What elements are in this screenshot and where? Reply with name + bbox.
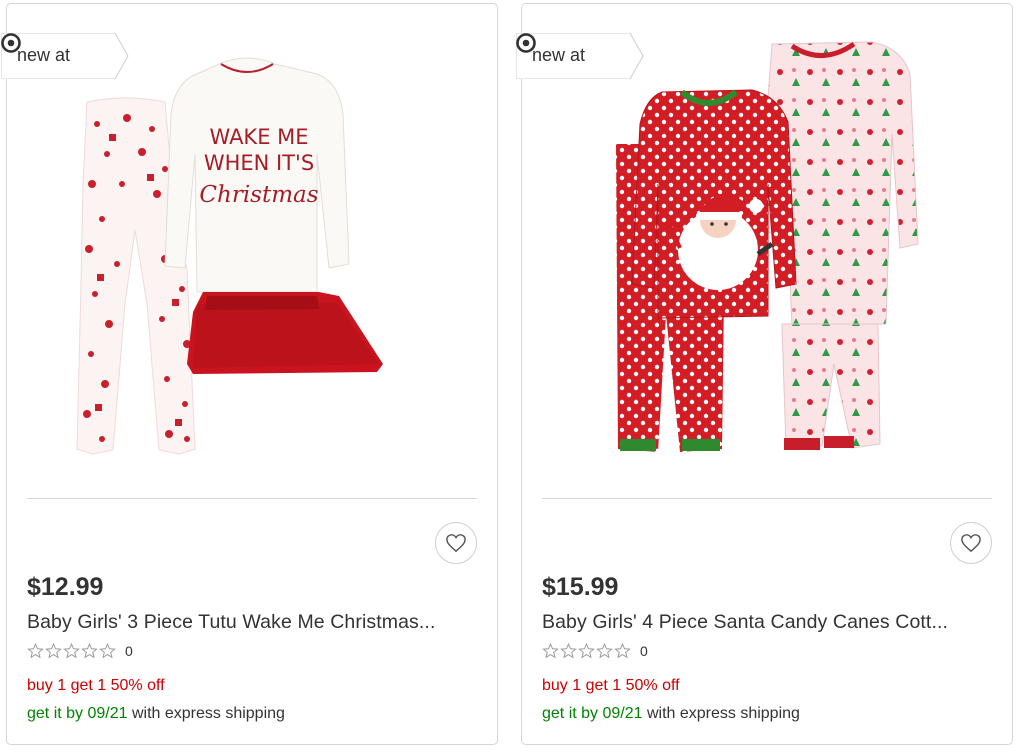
promo-text[interactable]: buy 1 get 1 50% off bbox=[27, 677, 165, 695]
shirt-print-line-1: WAKE ME bbox=[209, 125, 308, 149]
heart-icon bbox=[446, 534, 466, 553]
star-outline-icon bbox=[99, 643, 116, 659]
product-price: $15.99 bbox=[542, 573, 619, 601]
favorite-button[interactable] bbox=[435, 522, 477, 564]
product-rating[interactable]: 0 bbox=[27, 643, 133, 659]
star-outline-icon bbox=[542, 643, 559, 659]
star-outline-icon bbox=[27, 643, 44, 659]
star-outline-icon bbox=[63, 643, 80, 659]
product-price: $12.99 bbox=[27, 573, 104, 601]
product-title-link[interactable]: Baby Girls' 3 Piece Tutu Wake Me Christm… bbox=[27, 611, 435, 634]
product-grid: new at WAKE ME WHEN IT'S Christmas $12.9… bbox=[0, 0, 1024, 755]
card-divider bbox=[542, 498, 992, 499]
product-image[interactable]: WAKE ME WHEN IT'S Christmas bbox=[47, 34, 467, 474]
shirt-graphic: WAKE ME WHEN IT'S Christmas bbox=[164, 57, 350, 293]
new-at-target-badge: new at bbox=[516, 33, 644, 79]
shirt-print-line-3: Christmas bbox=[199, 182, 318, 208]
card-divider bbox=[27, 498, 477, 499]
rating-stars bbox=[27, 643, 116, 659]
heart-icon bbox=[961, 534, 981, 553]
new-at-target-badge: new at bbox=[1, 33, 129, 79]
delivery-date: get it by 09/21 bbox=[542, 705, 643, 722]
star-outline-icon bbox=[560, 643, 577, 659]
rating-count: 0 bbox=[125, 643, 133, 659]
product-card[interactable]: new at bbox=[516, 3, 1013, 745]
red-dot-pajama-graphic bbox=[616, 89, 797, 452]
star-outline-icon bbox=[81, 643, 98, 659]
star-outline-icon bbox=[596, 643, 613, 659]
shirt-print-line-2: WHEN IT'S bbox=[204, 151, 314, 175]
badge-label: new at bbox=[17, 45, 71, 65]
star-outline-icon bbox=[614, 643, 631, 659]
badge-label: new at bbox=[532, 45, 586, 65]
product-image[interactable] bbox=[562, 34, 982, 474]
delivery-date: get it by 09/21 bbox=[27, 705, 128, 722]
promo-text[interactable]: buy 1 get 1 50% off bbox=[542, 677, 680, 695]
product-card[interactable]: new at bbox=[1, 3, 498, 745]
rating-count: 0 bbox=[640, 643, 648, 659]
shipping-info: get it by 09/21 with express shipping bbox=[27, 705, 285, 723]
star-outline-icon bbox=[578, 643, 595, 659]
target-bullseye-icon bbox=[516, 33, 536, 53]
tutu-graphic bbox=[187, 292, 383, 374]
shipping-info: get it by 09/21 with express shipping bbox=[542, 705, 800, 723]
rating-stars bbox=[542, 643, 631, 659]
target-bullseye-icon bbox=[1, 33, 21, 53]
product-rating[interactable]: 0 bbox=[542, 643, 648, 659]
star-outline-icon bbox=[45, 643, 62, 659]
delivery-method: with express shipping bbox=[642, 705, 800, 722]
product-title-link[interactable]: Baby Girls' 4 Piece Santa Candy Canes Co… bbox=[542, 611, 948, 634]
favorite-button[interactable] bbox=[950, 522, 992, 564]
delivery-method: with express shipping bbox=[127, 705, 285, 722]
